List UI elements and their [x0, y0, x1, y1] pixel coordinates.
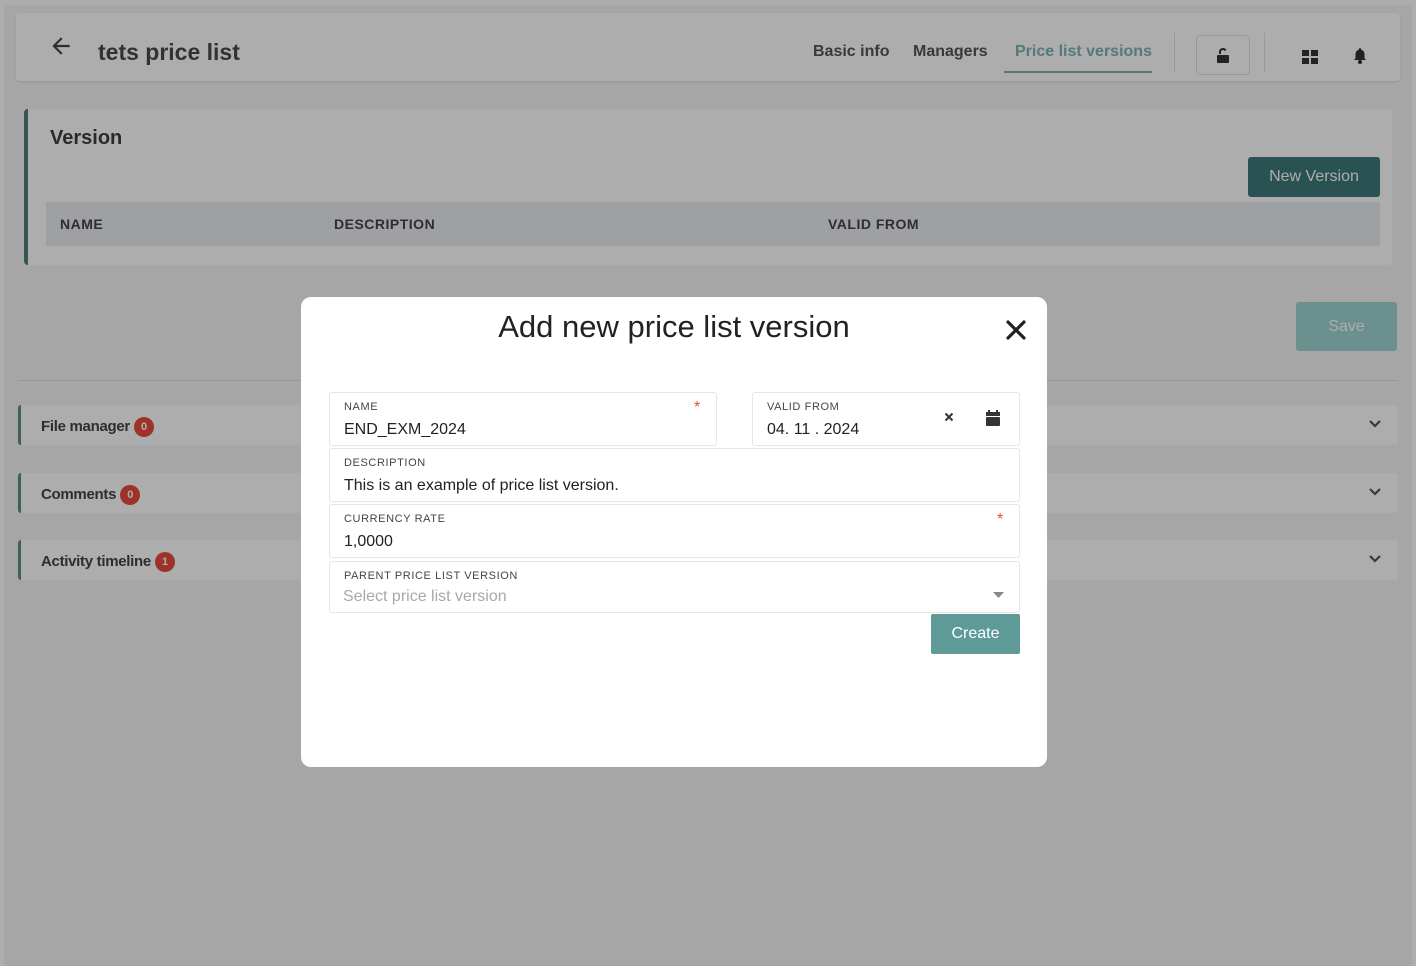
required-marker: * [997, 511, 1004, 528]
valid-from-input[interactable]: 04. 11 . 2024 [767, 421, 859, 439]
close-icon[interactable] [1003, 317, 1029, 343]
parent-version-select[interactable]: PARENT PRICE LIST VERSION Select price l… [329, 561, 1020, 613]
caret-down-icon[interactable] [993, 592, 1004, 598]
clear-icon[interactable] [944, 412, 954, 422]
calendar-icon[interactable] [986, 410, 1000, 426]
description-input[interactable] [344, 477, 1004, 495]
name-field: NAME * [329, 392, 717, 446]
parent-version-label: PARENT PRICE LIST VERSION [344, 570, 518, 582]
currency-rate-input[interactable] [344, 533, 984, 551]
add-version-modal: Add new price list version NAME * VALID … [301, 297, 1047, 767]
currency-rate-label: CURRENCY RATE [344, 513, 446, 525]
description-label: DESCRIPTION [344, 457, 426, 469]
valid-from-field: VALID FROM 04. 11 . 2024 [752, 392, 1020, 446]
name-input[interactable] [344, 421, 704, 439]
description-field: DESCRIPTION [329, 448, 1020, 502]
modal-title: Add new price list version [498, 309, 850, 344]
parent-version-placeholder: Select price list version [343, 588, 507, 605]
required-marker: * [694, 399, 701, 416]
currency-rate-field: CURRENCY RATE * [329, 504, 1020, 558]
create-button[interactable]: Create [931, 614, 1020, 654]
name-label: NAME [344, 401, 379, 413]
valid-from-label: VALID FROM [767, 401, 840, 413]
